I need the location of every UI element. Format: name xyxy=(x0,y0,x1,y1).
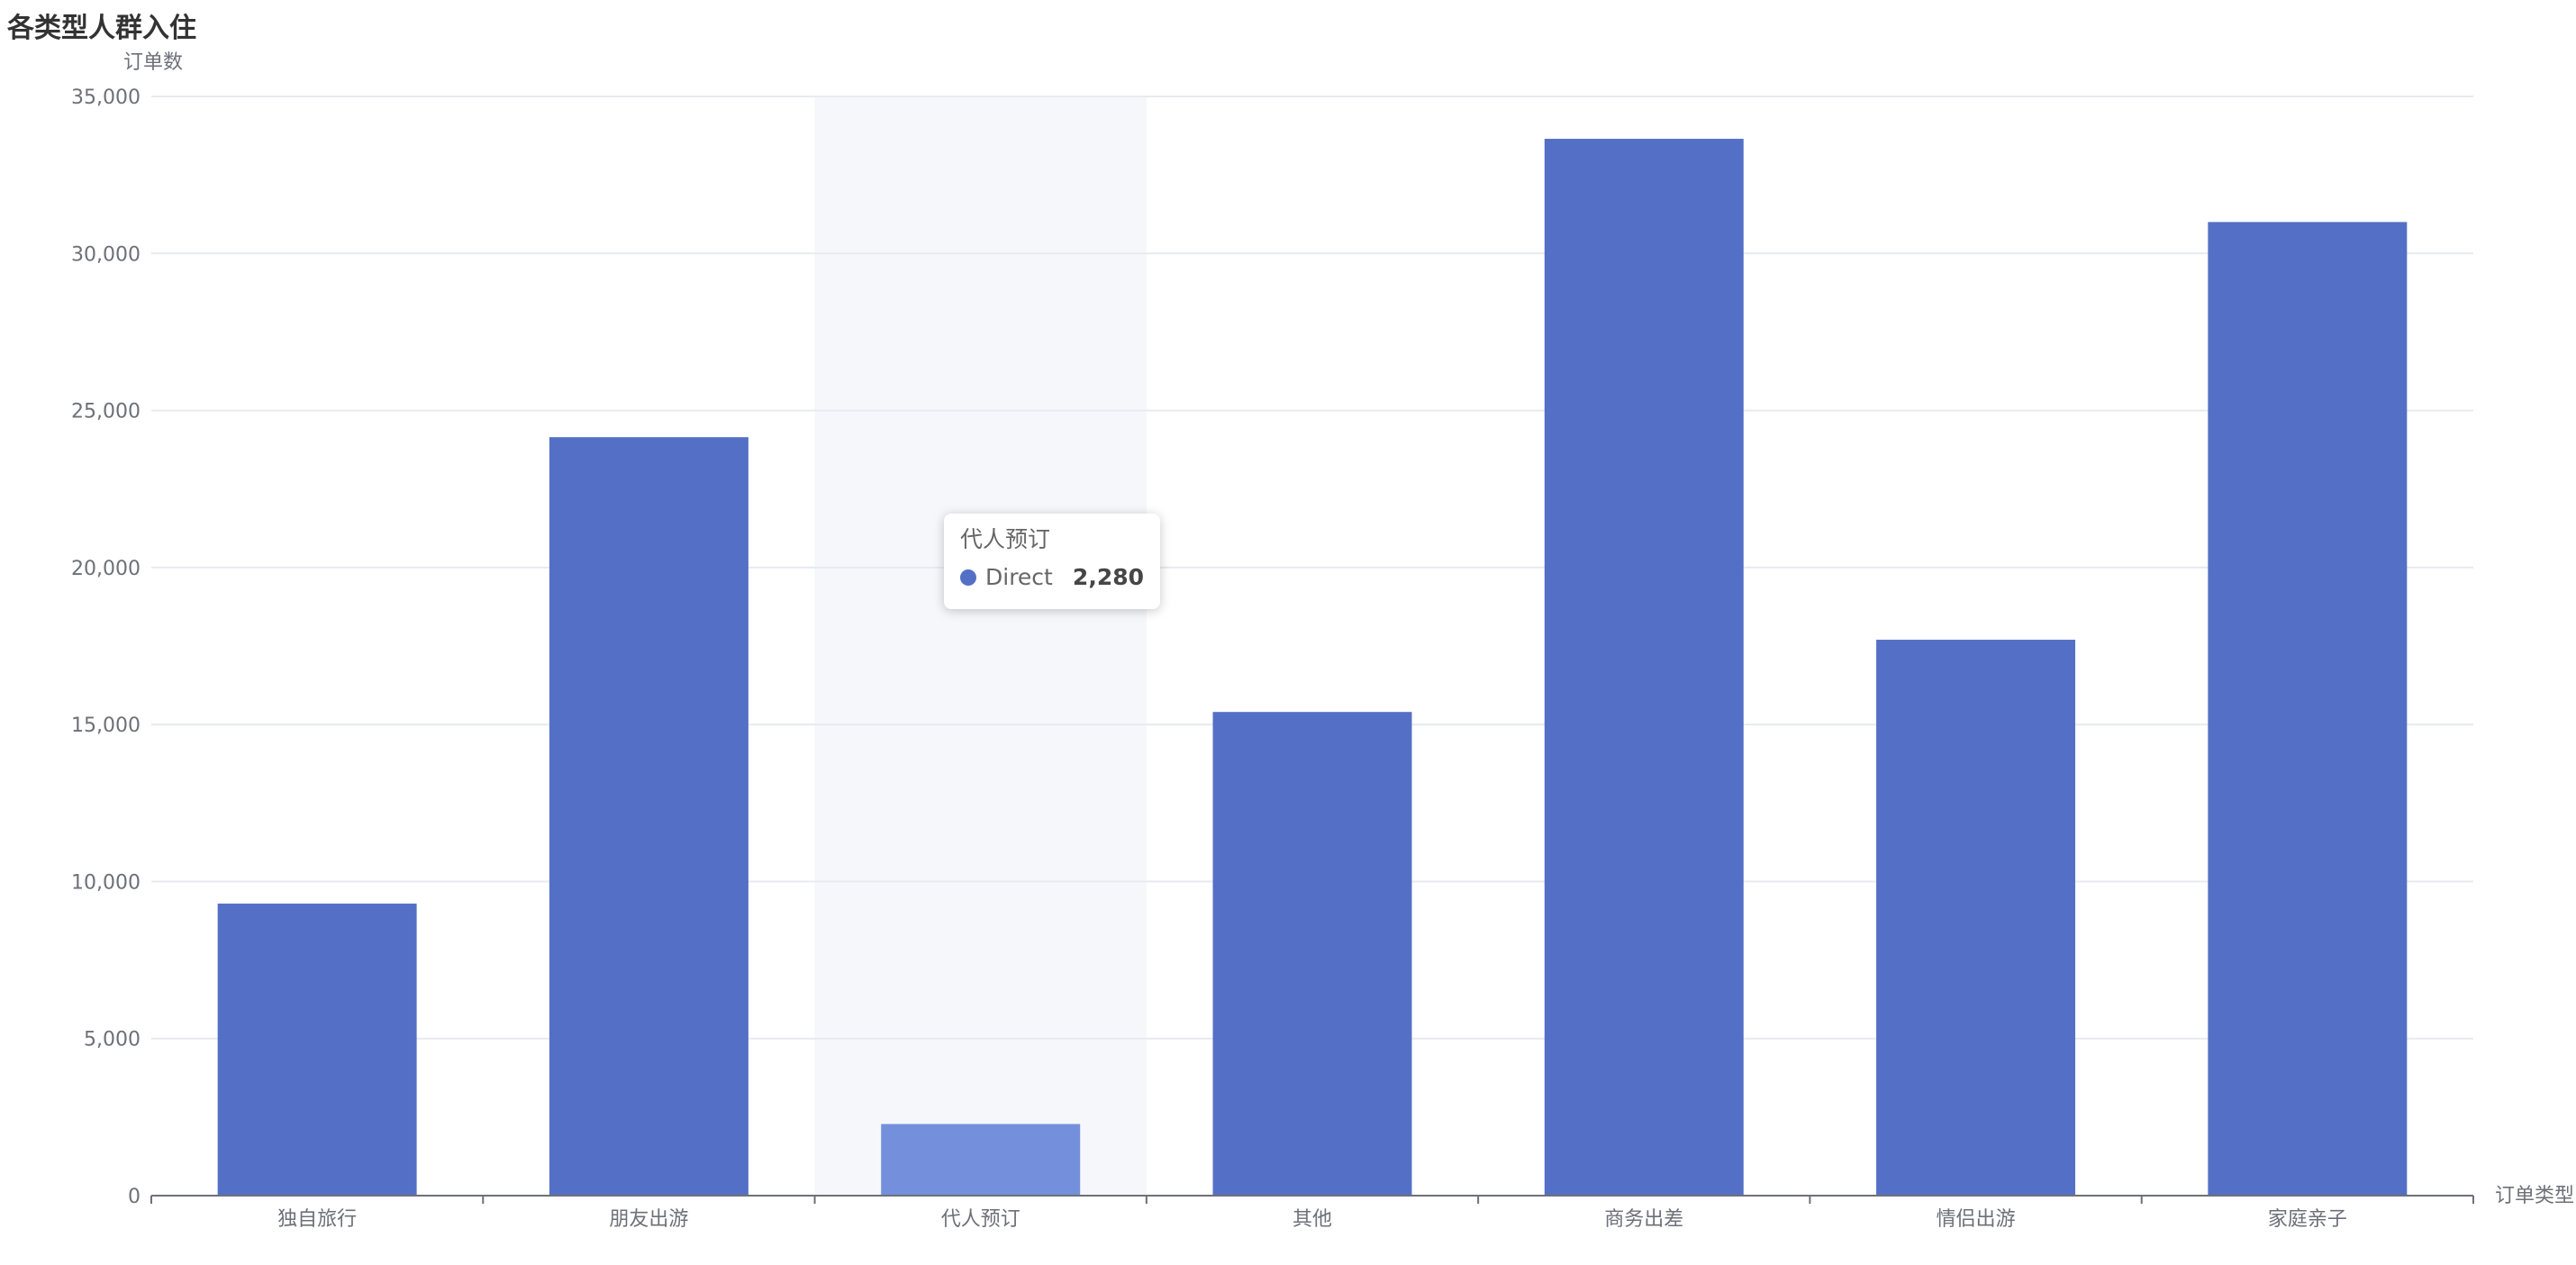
y-tick-label: 15,000 xyxy=(71,714,141,737)
y-axis-label: 订单数 xyxy=(123,51,183,74)
bar-5[interactable] xyxy=(1876,640,2076,1196)
x-tick-label: 代人预订 xyxy=(941,1208,1020,1231)
y-tick-label: 10,000 xyxy=(71,871,141,894)
bar-4[interactable] xyxy=(1544,139,1744,1197)
x-tick-label: 朋友出游 xyxy=(609,1208,688,1231)
tooltip-title: 代人预订 xyxy=(960,526,1051,552)
bar-0[interactable] xyxy=(217,903,417,1196)
y-tick-label: 35,000 xyxy=(71,86,141,109)
bar-6[interactable] xyxy=(2208,222,2408,1196)
x-tick-label: 独自旅行 xyxy=(277,1208,357,1231)
bar-3[interactable] xyxy=(1212,712,1412,1196)
hover-band xyxy=(814,96,1147,1196)
hover-band-layer xyxy=(814,96,1147,1196)
bars[interactable] xyxy=(217,139,2408,1197)
bar-2[interactable] xyxy=(881,1124,1081,1196)
x-tick-label: 家庭亲子 xyxy=(2268,1208,2347,1231)
tooltip: 代人预订 Direct 2,280 xyxy=(944,514,1160,609)
x-axis-label: 订单类型 xyxy=(2495,1185,2574,1207)
bar-1[interactable] xyxy=(549,437,748,1196)
tooltip-series-name: Direct xyxy=(985,564,1053,590)
y-tick-label: 30,000 xyxy=(71,243,141,266)
y-tick-label: 5,000 xyxy=(84,1029,141,1051)
bar-chart: 0 5,000 10,000 15,000 20,000 25,000 30,000 35,0… xyxy=(71,51,2574,1231)
x-tick-label: 情侣出游 xyxy=(1937,1208,2016,1231)
series-marker-icon xyxy=(960,569,976,586)
tooltip-row: Direct 2,280 xyxy=(960,564,1144,591)
x-tick-label: 其他 xyxy=(1293,1208,1332,1231)
x-tick-label: 商务出差 xyxy=(1604,1208,1683,1231)
y-tick-label: 20,000 xyxy=(71,558,141,580)
y-tick-label: 25,000 xyxy=(71,401,141,423)
y-tick-label: 0 xyxy=(128,1186,141,1208)
tooltip-value: 2,280 xyxy=(1072,564,1144,590)
